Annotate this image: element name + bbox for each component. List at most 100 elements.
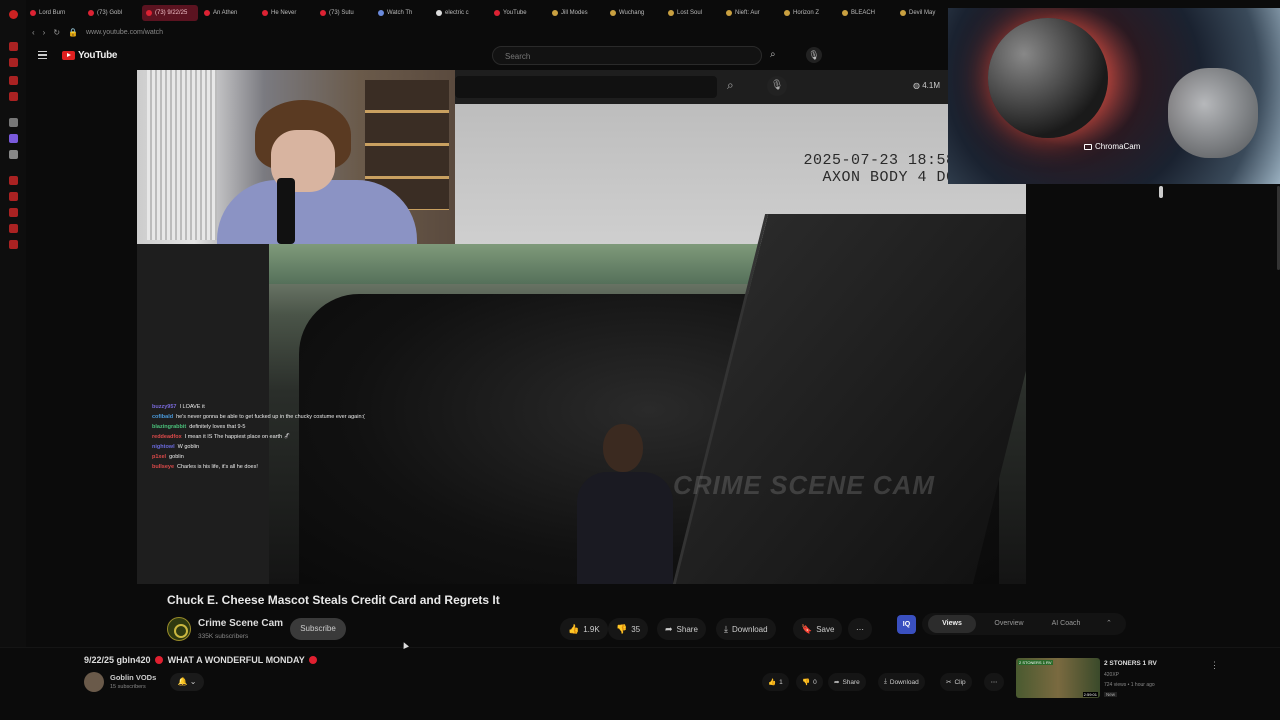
settings-icon[interactable] [9, 240, 18, 249]
share-icon: ➦ [665, 623, 673, 634]
chat-username: reddeadfox [152, 434, 182, 440]
tab-label: He Never [271, 10, 297, 16]
chat-text: definitely loves that 9-5 [189, 424, 246, 430]
tab-label: BLEACH [851, 10, 876, 16]
subscriber-count: 335K subscribers [198, 633, 249, 640]
person-in-car [569, 424, 679, 584]
download-icon: ⤓ [884, 678, 887, 685]
video-player[interactable]: 2025-07-23 18:58:38 -04 AXON BODY 4 D01A… [137, 70, 1026, 584]
chevron-up-icon[interactable]: ⌃ [1106, 619, 1112, 627]
browser-tab[interactable]: (73) 9/22/25 [142, 5, 198, 21]
sidebar-app-icon[interactable] [9, 192, 18, 201]
subscribe-button[interactable]: Subscribe [290, 618, 346, 640]
sidebar-app-icon[interactable] [9, 42, 18, 51]
browser-tab[interactable]: BLEACH [838, 5, 894, 21]
browser-tab[interactable]: Wuchang [606, 5, 662, 21]
tab-label: Nieft: Aur [735, 10, 760, 16]
search-icon[interactable]: ⌕ [770, 49, 776, 60]
stream-more-button[interactable]: ⋯ [984, 673, 1004, 691]
save-button[interactable]: 🔖 Save [793, 618, 843, 640]
chat-username: bullseye [152, 464, 175, 470]
stream-channel-name[interactable]: Goblin VODs [110, 673, 156, 682]
tab-overview[interactable]: Overview [984, 615, 1034, 633]
browser-tab[interactable]: Nieft: Aur [722, 5, 778, 21]
browser-tab[interactable]: Devil May [896, 5, 952, 21]
sidebar-app-icon[interactable] [9, 176, 18, 185]
download-icon: ⤓ [724, 623, 728, 634]
menu-icon[interactable] [38, 51, 47, 59]
stream-share-button[interactable]: ➦ Share [828, 673, 866, 691]
browser-tab[interactable]: Lost Soul [664, 5, 720, 21]
share-button[interactable]: ➦ Share [657, 618, 706, 640]
tab-favicon-icon [436, 10, 442, 16]
new-badge: New [1104, 692, 1118, 697]
sidebar-app-icon[interactable] [9, 76, 18, 85]
browser-tab[interactable]: Lord Burn [26, 5, 82, 21]
chat-message: cofibald he's never gonna be able to get … [152, 412, 365, 422]
scrollbar-thumb[interactable] [1159, 186, 1163, 198]
tab-favicon-icon [842, 10, 848, 16]
sidebar-app-icon[interactable] [9, 118, 18, 127]
recommended-thumbnail[interactable]: 2 STONERS 1 RV 2:59:01 [1016, 658, 1100, 698]
tab-views[interactable]: Views [928, 615, 976, 633]
history-icon[interactable] [9, 208, 18, 217]
reload-icon[interactable]: ↻ [53, 28, 60, 37]
stream-channel-avatar[interactable] [84, 672, 104, 692]
tab-favicon-icon [668, 10, 674, 16]
stream-dislike-button[interactable]: 👎 0 [796, 673, 823, 691]
youtube-header: YouTube Search ⌕ 🎙 [26, 44, 946, 68]
back-icon[interactable]: ‹ [32, 28, 35, 37]
forward-icon[interactable]: › [43, 28, 46, 37]
recommended-title[interactable]: 2 STONERS 1 RV [1104, 660, 1157, 667]
thumbs-down-icon: 👎 [616, 623, 628, 634]
sidebar-app-icon[interactable] [9, 224, 18, 233]
x-icon[interactable] [9, 150, 18, 159]
embedded-mic-icon: 🎙 [767, 76, 787, 96]
tab-label: Jill Modes [561, 10, 588, 16]
dislike-button[interactable]: 👎 35 [608, 618, 649, 640]
youtube-logo[interactable]: YouTube [62, 50, 118, 61]
browser-tab[interactable]: electric c [432, 5, 488, 21]
url-text[interactable]: www.youtube.com/watch [86, 29, 163, 36]
stream-like-button[interactable]: 👍 1 [762, 673, 789, 691]
address-bar[interactable]: ‹ › ↻ 🔒 www.youtube.com/watch [26, 24, 946, 40]
browser-tab[interactable]: (73) Gobl [84, 5, 140, 21]
tab-ai-coach[interactable]: AI Coach [1040, 615, 1092, 633]
like-button[interactable]: 👍 1.9K [560, 618, 608, 640]
mic-icon[interactable]: 🎙 [806, 47, 822, 63]
notification-bell-button[interactable]: 🔔 ⌄ [170, 673, 204, 691]
chat-text: Charles is his life, it's all he does! [177, 464, 258, 470]
tab-label: An Athen [213, 10, 238, 16]
browser-tab[interactable]: Jill Modes [548, 5, 604, 21]
browser-tab[interactable]: An Athen [200, 5, 256, 21]
tab-favicon-icon [610, 10, 616, 16]
recommended-channel[interactable]: 420XP [1104, 672, 1119, 678]
chat-username: blazingrabbit [152, 424, 187, 430]
sidebar-app-icon[interactable] [9, 58, 18, 67]
browser-tab[interactable]: YouTube [490, 5, 546, 21]
more-actions-button[interactable]: ⋯ [848, 618, 872, 640]
browser-tab[interactable]: (73) Sutu [316, 5, 372, 21]
stream-subscriber-count: 15 subscribers [110, 684, 146, 690]
sidebar-app-icon[interactable] [9, 134, 18, 143]
chat-message: p1xel goblin [152, 452, 312, 462]
more-vert-icon[interactable]: ⋮ [1210, 660, 1219, 671]
channel-name[interactable]: Crime Scene Cam [198, 618, 283, 629]
opera-logo-icon[interactable] [9, 10, 18, 19]
embedded-search-bar [455, 76, 717, 98]
channel-avatar[interactable] [167, 617, 191, 641]
sidebar-app-icon[interactable] [9, 92, 18, 101]
browser-tab[interactable]: Watch Th [374, 5, 430, 21]
stream-download-button[interactable]: ⤓ Download [878, 673, 925, 691]
iq-extension-icon[interactable]: IQ [897, 615, 916, 634]
tab-label: (73) Sutu [329, 10, 354, 16]
chat-message: reddeadfox I mean it IS The happiest plac… [152, 432, 312, 442]
chat-username: buzzy957 [152, 404, 177, 410]
browser-tab[interactable]: He Never [258, 5, 314, 21]
tab-favicon-icon [784, 10, 790, 16]
download-button[interactable]: ⤓ Download [716, 618, 776, 640]
browser-tab[interactable]: Horizon Z [780, 5, 836, 21]
search-input[interactable]: Search [492, 46, 762, 65]
clip-button[interactable]: ✂ Clip [940, 673, 972, 691]
thumbs-down-icon: 👎 [802, 679, 811, 686]
